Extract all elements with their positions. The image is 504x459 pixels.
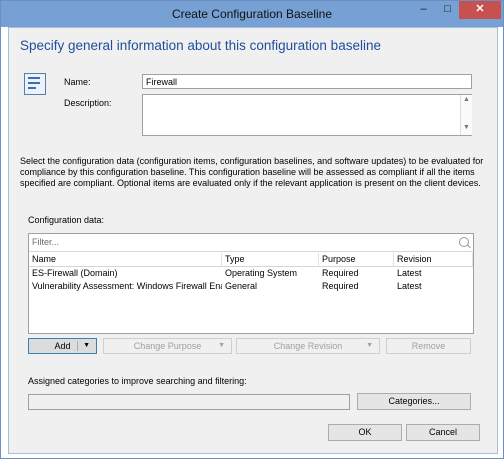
change-revision-button[interactable]: Change Revision ▼ (236, 338, 380, 354)
create-configuration-baseline-dialog: Create Configuration Baseline – □ ✕ Spec… (0, 0, 504, 459)
description-label: Description: (64, 98, 112, 108)
search-icon[interactable] (459, 237, 469, 247)
row-revision: Latest (397, 268, 422, 278)
configuration-data-grid: Filter... Name Type Purpose Revision ES-… (28, 233, 474, 334)
maximize-button[interactable]: □ (436, 1, 459, 19)
row-purpose: Required (322, 281, 359, 291)
row-name: ES-Firewall (Domain) (32, 268, 118, 278)
description-scrollbar[interactable]: ▲ ▼ (460, 95, 472, 135)
grid-header: Name Type Purpose Revision (29, 253, 473, 267)
column-header-type[interactable]: Type (222, 253, 319, 266)
row-name: Vulnerability Assessment: Windows Firewa… (32, 281, 222, 291)
ok-button[interactable]: OK (328, 424, 402, 441)
description-field[interactable] (142, 94, 472, 136)
add-button[interactable]: Add ▼ (28, 338, 97, 354)
add-button-label: Add (54, 341, 71, 351)
dropdown-arrow-icon[interactable]: ▼ (83, 339, 90, 353)
categories-label: Assigned categories to improve searching… (28, 376, 247, 386)
filter-placeholder: Filter... (32, 237, 60, 247)
row-purpose: Required (322, 268, 359, 278)
name-field[interactable]: Firewall (142, 74, 472, 89)
scroll-down-icon[interactable]: ▼ (463, 124, 470, 131)
dropdown-arrow-icon[interactable]: ▼ (366, 339, 373, 353)
name-label: Name: (64, 77, 91, 87)
minimize-button[interactable]: – (411, 1, 436, 19)
instructions-text: Select the configuration data (configura… (20, 156, 484, 188)
scroll-up-icon[interactable]: ▲ (463, 96, 470, 103)
change-purpose-button[interactable]: Change Purpose ▼ (103, 338, 232, 354)
remove-button[interactable]: Remove (386, 338, 471, 354)
categories-field[interactable] (28, 394, 350, 410)
row-type: General (225, 281, 258, 291)
page-heading: Specify general information about this c… (20, 38, 381, 53)
change-purpose-label: Change Purpose (133, 341, 202, 351)
column-header-revision[interactable]: Revision (394, 253, 473, 266)
baseline-wizard-icon (24, 73, 46, 95)
categories-button[interactable]: Categories... (357, 393, 471, 410)
change-revision-label: Change Revision (273, 341, 343, 351)
filter-input[interactable]: Filter... (29, 234, 473, 252)
close-button[interactable]: ✕ (459, 1, 501, 19)
dropdown-arrow-icon[interactable]: ▼ (218, 339, 225, 353)
column-header-name[interactable]: Name (29, 253, 222, 266)
cancel-button[interactable]: Cancel (406, 424, 480, 441)
dialog-body: Specify general information about this c… (8, 27, 498, 454)
table-row[interactable]: Vulnerability Assessment: Windows Firewa… (29, 280, 473, 293)
column-header-purpose[interactable]: Purpose (319, 253, 394, 266)
row-revision: Latest (397, 281, 422, 291)
table-row[interactable]: ES-Firewall (Domain) Operating System Re… (29, 267, 473, 280)
configuration-data-label: Configuration data: (28, 215, 105, 225)
title-bar[interactable]: Create Configuration Baseline – □ ✕ (1, 1, 503, 27)
row-type: Operating System (225, 268, 298, 278)
